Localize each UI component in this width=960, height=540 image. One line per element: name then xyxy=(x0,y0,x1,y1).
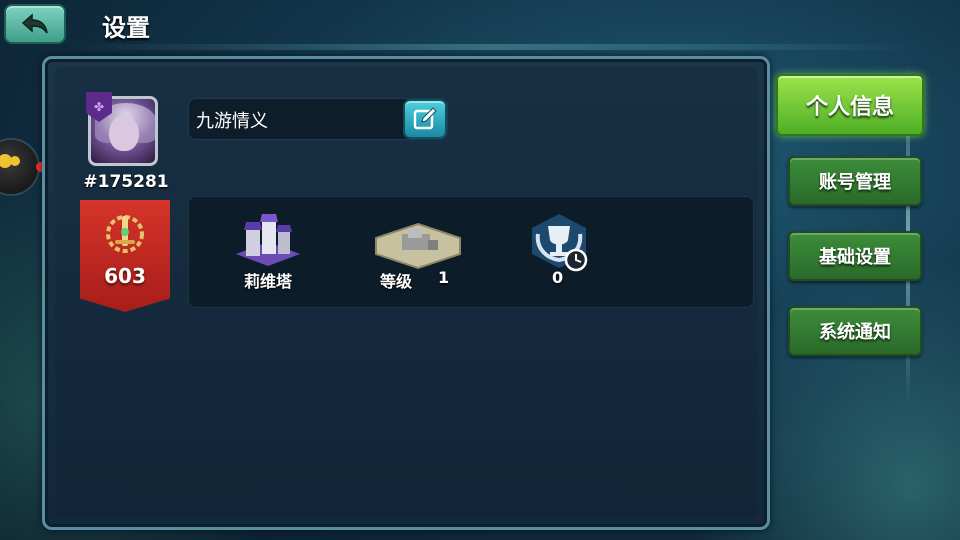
tower-label: 莉维塔 xyxy=(243,272,292,291)
player-id: #175281 xyxy=(83,172,169,192)
trophy-value: 0 xyxy=(552,268,564,287)
pencil-edit-icon xyxy=(413,107,437,130)
avatar-face xyxy=(109,115,139,151)
back-button[interactable] xyxy=(4,4,66,44)
level-building-icon[interactable] xyxy=(372,220,464,270)
tab-system-notifications[interactable]: 系统通知 xyxy=(788,306,922,356)
tab-basic-settings[interactable]: 基础设置 xyxy=(788,231,922,281)
trophy-timer-icon[interactable] xyxy=(526,212,592,276)
tab-personal-info[interactable]: 个人信息 xyxy=(776,74,924,136)
rank-value: 603 xyxy=(104,264,146,288)
edit-name-button[interactable] xyxy=(403,99,447,139)
creature-eye xyxy=(10,156,20,166)
level-label: 等级 xyxy=(380,272,413,291)
level-value: 1 xyxy=(438,268,450,287)
page-title: 设置 xyxy=(102,14,150,42)
header-divider xyxy=(70,44,920,50)
back-arrow-icon xyxy=(21,13,48,34)
tower-icon[interactable] xyxy=(232,212,304,268)
sword-laurel-icon xyxy=(106,215,144,253)
tab-account-management[interactable]: 账号管理 xyxy=(788,156,922,206)
player-name: 九游情义 xyxy=(196,111,268,132)
